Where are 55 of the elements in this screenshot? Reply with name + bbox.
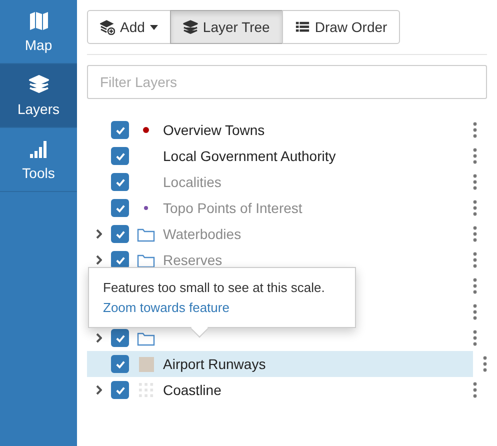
checkmark-icon	[114, 126, 126, 134]
layers-plus-icon	[100, 20, 115, 34]
checkbox[interactable]	[111, 329, 129, 347]
chevron-right-icon[interactable]	[96, 333, 102, 343]
checkbox[interactable]	[111, 147, 129, 165]
checkmark-icon	[114, 204, 126, 212]
checkbox[interactable]	[111, 121, 129, 139]
layers-icon	[182, 20, 198, 34]
tooltip-text: Features too small to see at this scale.	[103, 280, 326, 295]
chevron-right-icon[interactable]	[96, 385, 102, 395]
list-icon	[294, 20, 310, 34]
zoom-link[interactable]: Zoom towards feature	[103, 300, 341, 315]
sidebar-item[interactable]: Tools	[0, 128, 77, 192]
layer-name[interactable]: Airport Runways	[163, 356, 266, 372]
checkbox[interactable]	[111, 199, 129, 217]
checkmark-icon	[114, 230, 126, 238]
layer-name[interactable]: Reserves	[163, 252, 222, 268]
folder-icon	[137, 330, 155, 346]
more-options-icon[interactable]	[473, 252, 477, 268]
checkmark-icon	[114, 360, 126, 368]
caret-icon	[150, 24, 158, 30]
checkmark-icon	[114, 152, 126, 160]
folder-icon	[137, 226, 155, 242]
checkmark-icon	[114, 334, 126, 342]
layer-name[interactable]: Local Government Authority	[163, 148, 336, 164]
sidebar-item[interactable]: Layers	[0, 64, 77, 128]
more-options-icon[interactable]	[473, 330, 477, 346]
more-options-icon[interactable]	[473, 174, 477, 190]
checkmark-icon	[114, 386, 126, 394]
chevron-right-icon[interactable]	[96, 255, 102, 265]
more-options-icon[interactable]	[473, 226, 477, 242]
checkbox[interactable]	[111, 225, 129, 243]
checkmark-icon	[114, 178, 126, 186]
layer-name[interactable]: Coastline	[163, 382, 222, 398]
checkmark-icon	[114, 256, 126, 264]
more-options-icon[interactable]	[473, 122, 477, 138]
map-icon	[28, 10, 48, 30]
toolbar-button[interactable]: Layer Tree	[170, 10, 283, 44]
checkbox[interactable]	[111, 173, 129, 191]
signal-bars-icon	[28, 138, 48, 158]
toolbar-button[interactable]: Draw Order	[282, 10, 400, 44]
filter-field[interactable]: Filter Layers	[87, 65, 487, 99]
toolbar-button[interactable]: Add	[87, 10, 171, 44]
layers-icon	[28, 74, 48, 94]
more-options-icon[interactable]	[483, 356, 487, 372]
layer-name[interactable]: Overview Towns	[163, 122, 265, 138]
more-options-icon[interactable]	[473, 382, 477, 398]
checkbox[interactable]	[111, 381, 129, 399]
more-options-icon[interactable]	[473, 200, 477, 216]
chevron-right-icon[interactable]	[96, 229, 102, 239]
dotted-grid-icon	[138, 382, 154, 398]
more-options-icon[interactable]	[473, 278, 477, 294]
more-options-icon[interactable]	[473, 304, 477, 320]
more-options-icon[interactable]	[473, 148, 477, 164]
checkbox[interactable]	[111, 355, 129, 373]
